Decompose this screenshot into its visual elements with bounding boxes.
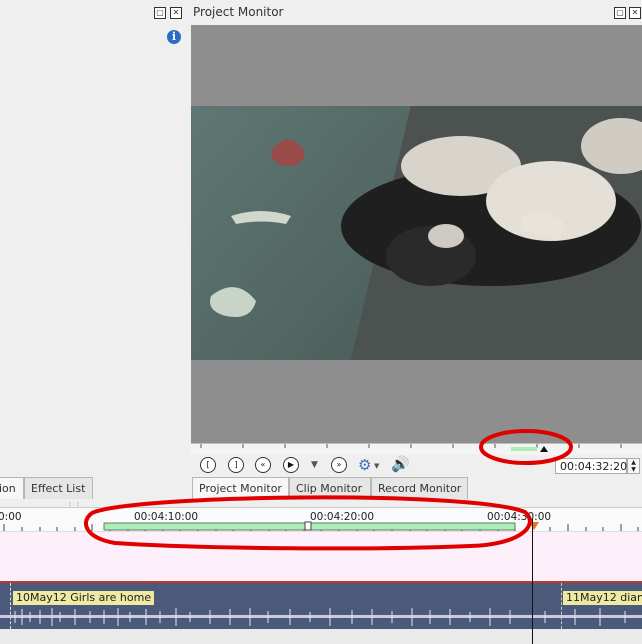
volume-icon[interactable]: 🔊 bbox=[391, 455, 410, 473]
tab-effect-list[interactable]: Effect List bbox=[24, 477, 93, 499]
timeline-ruler[interactable]: 0:00 00:04:10:00 00:04:20:00 00:04:30:00 bbox=[0, 507, 642, 532]
timeline-playhead[interactable] bbox=[532, 519, 533, 644]
tab-record-monitor[interactable]: Record Monitor bbox=[371, 477, 468, 499]
rewind-to-end-icon[interactable]: ] bbox=[228, 457, 244, 473]
float-monitor-icon[interactable]: ▢ bbox=[614, 7, 626, 19]
project-monitor-title: Project Monitor bbox=[193, 5, 284, 19]
clip-label: 11May12 diana bbox=[563, 591, 642, 605]
play-icon[interactable]: ▶ bbox=[283, 457, 299, 473]
video-frame bbox=[191, 106, 642, 360]
info-icon[interactable]: i bbox=[167, 30, 181, 44]
rewind-to-start-icon[interactable]: [ bbox=[200, 457, 216, 473]
float-panel-icon[interactable]: ▢ bbox=[154, 7, 166, 19]
timecode-field[interactable]: 00:04:32:20 bbox=[555, 458, 627, 474]
audio-waveform bbox=[0, 608, 642, 626]
timeline-empty-track[interactable] bbox=[0, 531, 642, 582]
close-monitor-icon[interactable]: ✕ bbox=[629, 7, 641, 19]
tab-transition[interactable]: ion bbox=[0, 477, 24, 499]
monitor-tabbar: Project Monitor Clip Monitor Record Moni… bbox=[192, 477, 642, 499]
fast-backward-icon[interactable]: « bbox=[255, 457, 271, 473]
timeline-track[interactable]: 10May12 Girls are home 11May12 diana bbox=[0, 581, 642, 631]
tab-project-monitor[interactable]: Project Monitor bbox=[192, 477, 289, 499]
tab-clip-monitor[interactable]: Clip Monitor bbox=[289, 477, 371, 499]
clip-label: 10May12 Girls are home bbox=[13, 591, 155, 605]
play-dropdown-arrow-icon[interactable]: ▼ bbox=[311, 460, 318, 470]
close-panel-icon[interactable]: ✕ bbox=[170, 7, 182, 19]
timecode-spinner[interactable]: ▲ ▼ bbox=[627, 458, 640, 474]
gear-icon[interactable]: ⚙ bbox=[358, 456, 371, 474]
left-tabbar: ion Effect List bbox=[0, 477, 160, 499]
fast-forward-icon[interactable]: » bbox=[331, 457, 347, 473]
gear-dropdown-arrow-icon[interactable]: ▼ bbox=[374, 462, 379, 470]
timeline-scroll-area[interactable] bbox=[0, 629, 642, 644]
